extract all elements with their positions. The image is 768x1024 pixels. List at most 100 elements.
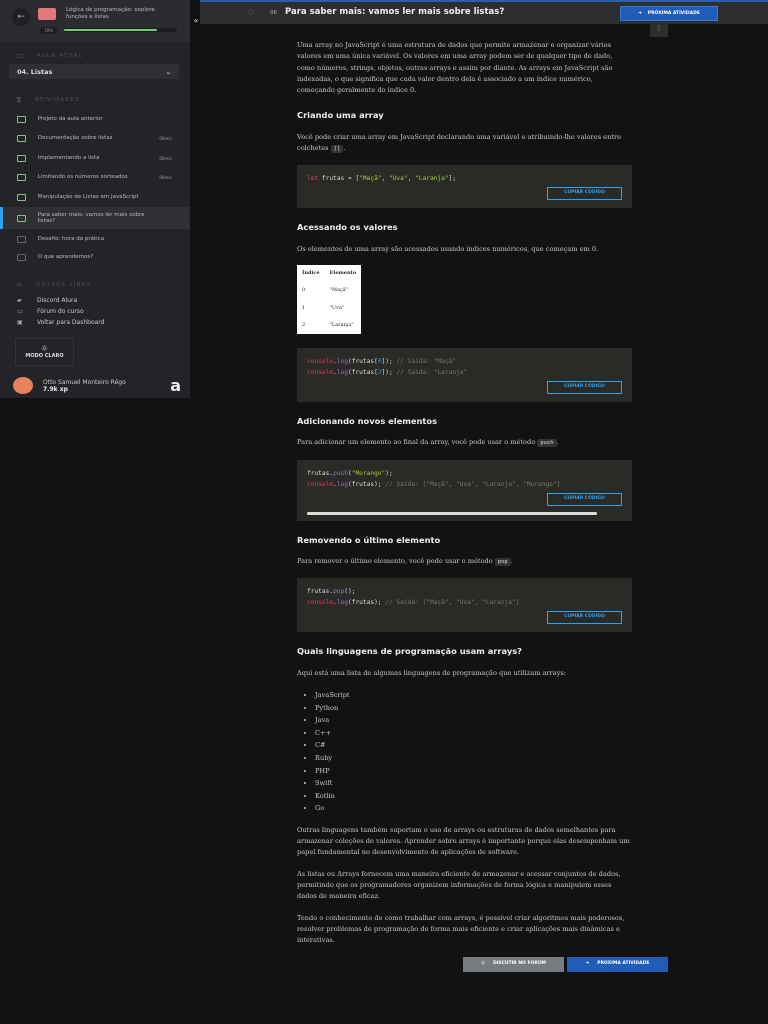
activity-label: Manipulação de Listas em JavaScript [37,194,139,200]
separator: · [32,215,34,221]
copy-code-button[interactable]: COPIAR CÓDIGO [547,381,622,395]
cell: "Uva" [329,304,345,311]
activity-item[interactable]: · Projeto da aula anterior [0,114,190,124]
user-name: Otto Samuel Monteiro Rêgo [43,378,126,386]
next-activity-button-bottom[interactable]: ➜ PRÓXIMA ATIVIDADE [567,956,668,972]
hourglass-icon: ⧗ [16,95,24,104]
list-item: C# [315,739,632,752]
lesson-select-value: 04. Listas [17,68,53,76]
link-discord[interactable]: ▰ Discord Alura [17,297,77,304]
table-header: Elemento [329,269,357,276]
cell: "Maçã" [329,287,349,294]
heading-add: Adicionando novos elementos [297,416,438,427]
index-table: Índice Elemento 0 "Maçã" 1 "Uva" 2 "Laranja" [297,264,362,335]
heading-remove: Removendo o último elemento [297,534,441,545]
separator: · [32,254,34,260]
copy-code-button[interactable]: COPIAR CÓDIGO [547,187,622,201]
activity-icon [17,134,26,142]
link-label: Fórum do curso [37,308,84,315]
course-title: Lógica de programação: explore funções e… [66,7,155,20]
intro-paragraph: Uma array no JavaScript é uma estrutura … [297,41,613,95]
languages-paragraph: Aqui está uma lista de algumas linguagen… [297,668,566,677]
table-row: 1 "Uva" [297,300,361,317]
cell: 2 [302,321,306,328]
link-forum[interactable]: ▭ Fórum do curso [17,308,84,315]
sidebar: ← Lógica de programação: explore funções… [0,0,190,398]
progress-label: 78% [40,27,57,34]
activity-duration: 08min [159,155,172,161]
activity-item[interactable]: · Para saber mais: vamos ler mais sobre l… [0,207,190,229]
arrow-right-circle-icon: ➜ [638,11,642,16]
activity-label: Para saber mais: vamos ler mais sobre li… [37,212,145,224]
forum-label: DISCUTIR NO FORUM [492,961,546,967]
inline-code: push [537,439,557,448]
activity-item[interactable]: · Limitando os números sorteados 08min [0,172,190,182]
activity-icon [17,235,26,243]
avatar [13,377,33,394]
section-label: ATIVIDADES [35,97,80,103]
back-button[interactable]: ← [12,8,30,26]
activity-icon [17,154,26,162]
horizontal-scrollbar[interactable] [307,511,597,515]
activity-duration: 08min [159,174,172,180]
link-icon: ∞ [16,280,25,289]
user-profile[interactable]: Otto Samuel Monteiro Rêgo 7.9k xp a [13,376,181,395]
separator: · [32,135,34,141]
course-header: ← Lógica de programação: explore funções… [0,0,190,42]
link-dashboard[interactable]: ▣ Voltar para Dashboard [17,319,104,326]
other-links-heading: ∞ OUTROS LINKS [16,280,91,289]
list-item: Java [315,714,632,727]
search-icon[interactable]: ○ [248,8,254,16]
cell: "Laranja" [329,321,354,328]
cell: 1 [302,304,306,311]
activity-item[interactable]: · O que aprendemos? [0,252,190,262]
activity-icon [17,214,26,222]
heading-languages: Quais linguagens de programação usam arr… [297,646,522,657]
discuss-forum-button[interactable]: ◎ DISCUTIR NO FORUM [463,956,564,972]
activity-label: Implementando a lista [37,155,100,161]
activity-item[interactable]: · Desafio: hora da prática [0,234,190,244]
list-item: JavaScript [315,689,632,702]
sun-icon: ☼ [40,344,49,353]
activity-icon [17,253,26,261]
forum-icon: ▭ [17,308,23,315]
activity-label: Documentação sobre listas [37,135,113,141]
list-item: Python [315,702,632,715]
next-activity-button[interactable]: ➜ PRÓXIMA ATIVIDADE [620,6,718,21]
activity-item[interactable]: · Documentação sobre listas 08min [0,133,190,143]
list-item: Kotlin [315,790,632,803]
lesson-select[interactable]: 04. Listas ⌄ [9,64,179,79]
progress-bar [64,28,177,32]
copy-code-button[interactable]: COPIAR CÓDIGO [547,492,622,506]
light-mode-button[interactable]: ☼ MODO CLARO [15,338,74,366]
remove-paragraph: Para remover o último elemento, você pod… [297,557,513,567]
activity-item[interactable]: · Implementando a lista 08min [0,153,190,163]
table-header: Índice [302,269,320,276]
progress-fill [64,29,157,31]
activity-label: Desafio: hora da prática [37,236,105,242]
top-bar: ○ 06 Para saber mais: vamos ler mais sob… [200,0,768,24]
activity-icon [17,173,26,181]
inline-code: [] [330,145,344,154]
list-item: PHP [315,765,632,778]
text: Para remover o último elemento, você pod… [297,557,493,566]
table-row: 0 "Maçã" [297,282,361,299]
section-label: OUTROS LINKS [36,281,92,288]
activity-item[interactable]: · Manipulação de Listas em JavaScript [0,192,190,202]
copy-code-button[interactable]: COPIAR CÓDIGO [547,611,622,625]
discord-icon: ▰ [17,297,22,304]
current-lesson-heading: ▭ AULA ATUAL [16,51,83,60]
table-row: 2 "Laranja" [297,317,361,334]
activity-icon [17,115,26,123]
heading-access: Acessando os valores [297,222,398,233]
activity-label: O que aprendemos? [37,254,94,260]
code-block: frutas.pop(); console.log(frutas); // Sa… [297,578,632,633]
list-item: Swift [315,777,632,790]
code-block: let frutas = ["Maçã", "Uva", "Laranja"];… [297,165,632,209]
more-options-button[interactable]: ⋮ [650,24,668,37]
separator: · [32,194,34,200]
activity-label: Limitando os números sorteados [37,174,128,180]
separator: · [32,236,34,242]
mode-label: MODO CLARO [25,353,64,359]
languages-list: JavaScriptPythonJavaC++C#RubyPHPSwiftKot… [315,689,632,815]
